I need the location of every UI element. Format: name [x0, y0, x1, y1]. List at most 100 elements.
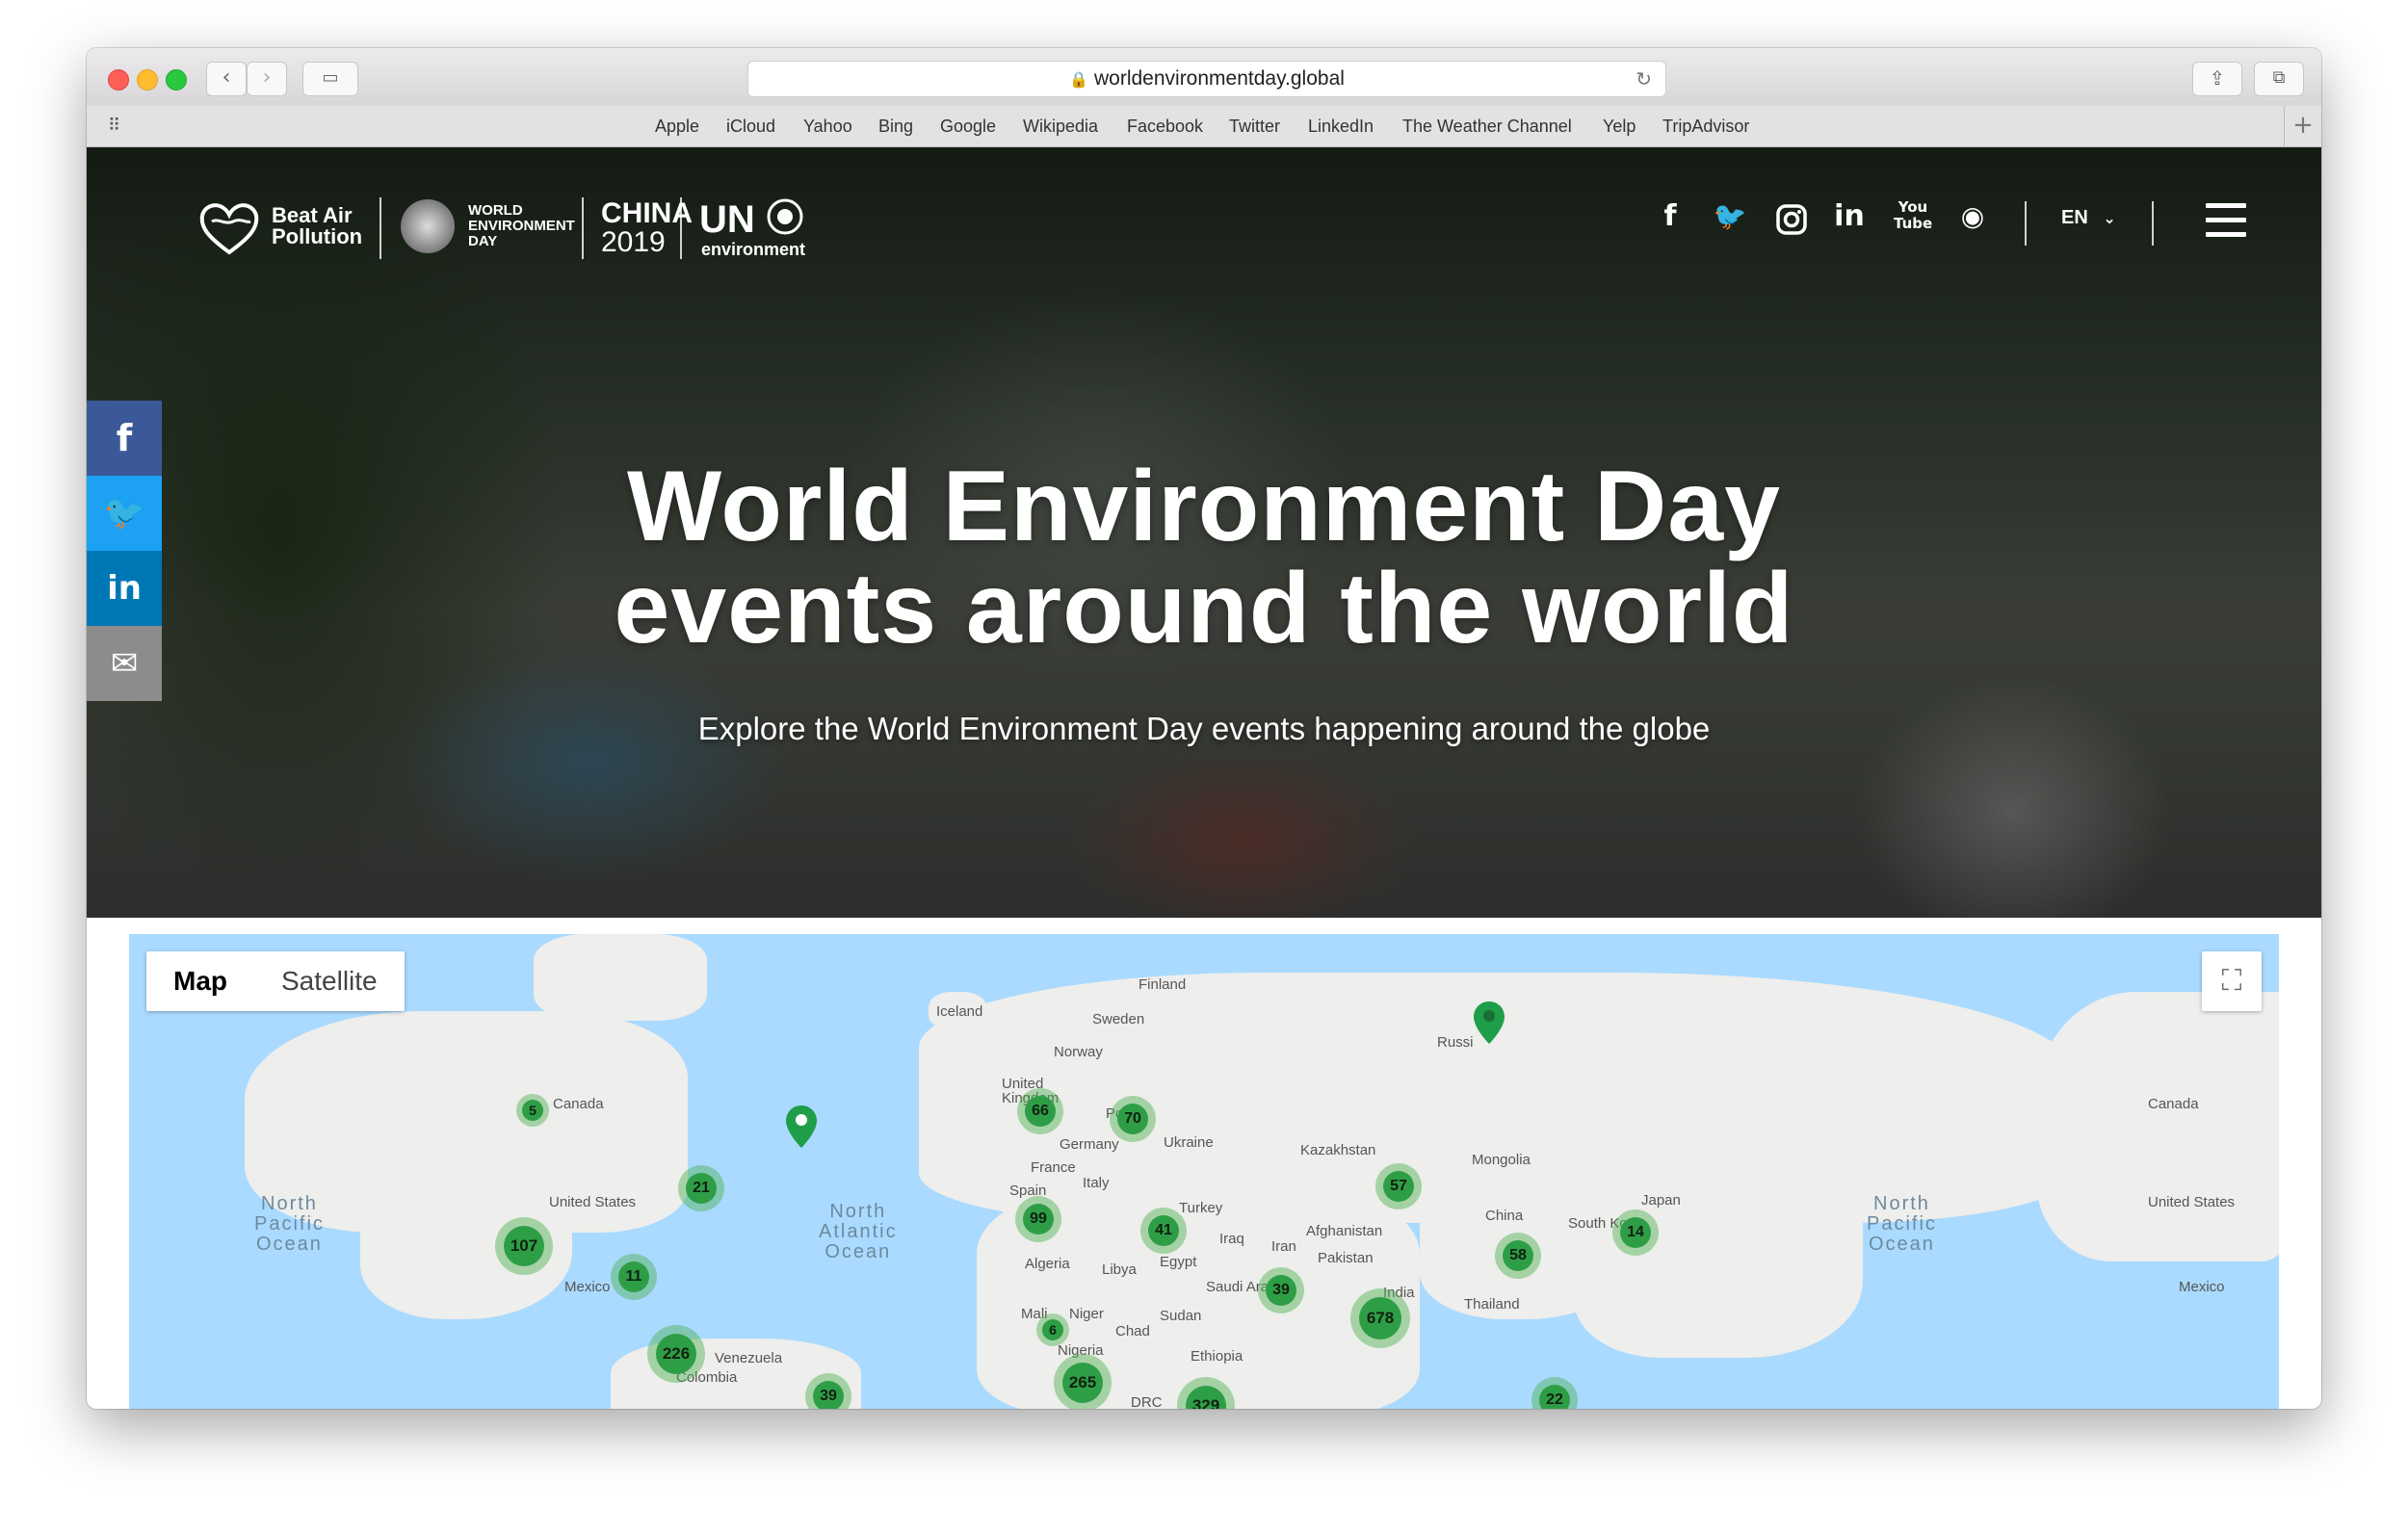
event-cluster-marker[interactable]: 99: [1015, 1196, 1061, 1242]
logo-text-line1: Beat Air: [272, 203, 353, 227]
ocean-label-line: Atlantic: [819, 1221, 898, 1242]
cluster-count: 329: [1186, 1386, 1226, 1409]
event-cluster-marker[interactable]: 39: [1258, 1267, 1304, 1313]
logo-divider: [582, 197, 584, 259]
back-button[interactable]: ‹: [206, 62, 247, 96]
logo-divider: [680, 197, 682, 259]
reload-icon[interactable]: ↻: [1636, 62, 1652, 96]
fullscreen-icon[interactable]: ⛶: [2202, 951, 2262, 1011]
bookmark-apple[interactable]: Apple: [655, 117, 699, 137]
bookmark-yahoo[interactable]: Yahoo: [803, 117, 852, 137]
logo-divider: [380, 197, 381, 259]
event-cluster-marker[interactable]: 22: [1531, 1377, 1578, 1409]
cluster-count: 99: [1023, 1204, 1054, 1235]
twitter-icon[interactable]: 🐦: [1711, 197, 1749, 236]
header-divider: [2152, 201, 2154, 246]
zoom-window-button[interactable]: [166, 69, 187, 91]
year-text: 2019: [601, 226, 666, 258]
event-cluster-marker[interactable]: 58: [1495, 1233, 1541, 1279]
share-icon[interactable]: ⇪: [2192, 62, 2242, 96]
map-view-button[interactable]: Map: [146, 951, 254, 1011]
close-window-button[interactable]: [108, 69, 129, 91]
bookmark-twitter[interactable]: Twitter: [1229, 117, 1280, 137]
bookmark-bing[interactable]: Bing: [878, 117, 913, 137]
map-label-canada-right: Canada: [2148, 1096, 2199, 1112]
events-map[interactable]: Canada United States Mexico Venezuela Co…: [129, 934, 2279, 1409]
event-cluster-marker[interactable]: 41: [1140, 1208, 1187, 1254]
map-label-united-states-right: United States: [2148, 1194, 2236, 1210]
bookmark-linkedin[interactable]: LinkedIn: [1308, 117, 1374, 137]
event-cluster-marker[interactable]: 57: [1375, 1163, 1422, 1209]
bookmark-icloud[interactable]: iCloud: [726, 117, 775, 137]
map-label-pakistan: Pakistan: [1318, 1250, 1374, 1266]
browser-window: ‹ › ▭ 🔒 worldenvironmentday.global ↻ ⇪ ⧉ …: [87, 48, 2321, 1409]
land-greenland: [534, 934, 707, 1021]
bookmark-tripadvisor[interactable]: TripAdvisor: [1662, 117, 1749, 137]
event-cluster-marker[interactable]: 11: [611, 1254, 657, 1300]
map-label-france: France: [1031, 1159, 1076, 1176]
share-facebook-button[interactable]: f: [87, 401, 162, 476]
facebook-icon[interactable]: f: [1651, 197, 1689, 236]
linkedin-icon: in: [107, 569, 142, 608]
sidebar-toggle-button[interactable]: ▭: [302, 62, 358, 96]
cluster-count: 41: [1148, 1215, 1179, 1246]
map-label-turkey: Turkey: [1179, 1200, 1223, 1216]
map-label-russia: Russi: [1437, 1034, 1474, 1051]
bookmark-yelp[interactable]: Yelp: [1603, 117, 1636, 137]
map-label-iceland: Iceland: [936, 1003, 983, 1020]
beat-air-pollution-logo[interactable]: Beat Air Pollution: [272, 205, 362, 247]
grid-icon[interactable]: ⠿: [108, 116, 120, 136]
bookmark-google[interactable]: Google: [940, 117, 996, 137]
cluster-count: 6: [1042, 1319, 1063, 1340]
event-cluster-marker[interactable]: 6: [1036, 1313, 1069, 1346]
share-email-button[interactable]: ✉: [87, 626, 162, 701]
tabs-overview-icon[interactable]: ⧉: [2254, 62, 2304, 96]
event-cluster-marker[interactable]: 226: [647, 1325, 705, 1383]
browser-titlebar: ‹ › ▭ 🔒 worldenvironmentday.global ↻ ⇪ ⧉: [87, 48, 2321, 106]
event-cluster-marker[interactable]: 66: [1017, 1088, 1063, 1134]
event-cluster-marker[interactable]: 107: [495, 1217, 553, 1275]
beat-air-pollution-heart-icon: [199, 203, 259, 255]
event-cluster-marker[interactable]: 265: [1054, 1354, 1112, 1409]
ocean-label-line: North: [829, 1201, 887, 1222]
share-linkedin-button[interactable]: in: [87, 551, 162, 626]
cluster-count: 11: [618, 1261, 649, 1292]
map-label-japan: Japan: [1641, 1192, 1681, 1209]
map-pin-icon[interactable]: [784, 1104, 819, 1150]
map-pin-icon[interactable]: [1472, 1000, 1506, 1046]
twitter-icon: 🐦: [103, 494, 145, 533]
instagram-icon[interactable]: [1772, 203, 1811, 236]
bookmark-wikipedia[interactable]: Wikipedia: [1023, 117, 1098, 137]
satellite-view-button[interactable]: Satellite: [254, 951, 405, 1011]
un-environment-logo[interactable]: UN: [699, 197, 804, 239]
cluster-count: 22: [1539, 1385, 1570, 1409]
land-uk: [943, 1069, 1001, 1127]
header-divider: [2025, 201, 2027, 246]
bookmark-weather-channel[interactable]: The Weather Channel: [1402, 117, 1572, 137]
logo-text-line2: Pollution: [272, 224, 363, 248]
address-bar[interactable]: 🔒 worldenvironmentday.global ↻: [747, 61, 1666, 97]
minimize-window-button[interactable]: [137, 69, 158, 91]
hamburger-menu-icon[interactable]: [2206, 203, 2246, 238]
map-label-niger: Niger: [1069, 1306, 1104, 1322]
linkedin-icon[interactable]: in: [1830, 197, 1869, 236]
forward-button[interactable]: ›: [247, 62, 287, 96]
map-label-iran: Iran: [1271, 1238, 1296, 1255]
map-label-ethiopia: Ethiopia: [1191, 1348, 1243, 1365]
add-bookmark-icon[interactable]: +: [2284, 106, 2321, 146]
share-twitter-button[interactable]: 🐦: [87, 476, 162, 551]
event-cluster-marker[interactable]: 70: [1110, 1096, 1156, 1142]
event-cluster-marker[interactable]: 21: [678, 1165, 724, 1211]
event-cluster-marker[interactable]: 5: [516, 1094, 549, 1127]
language-selector[interactable]: EN ⌄: [2061, 207, 2116, 229]
world-environment-day-logo[interactable]: WORLD ENVIRONMENT DAY: [468, 203, 575, 249]
bookmark-facebook[interactable]: Facebook: [1127, 117, 1203, 137]
bookmarks-bar: ⠿ Apple iCloud Yahoo Bing Google Wikiped…: [87, 106, 2321, 147]
youtube-icon[interactable]: You Tube: [1894, 199, 1932, 232]
cluster-count: 265: [1062, 1363, 1103, 1403]
url-text: worldenvironmentday.global: [1093, 67, 1345, 90]
weibo-icon[interactable]: ◉: [1953, 197, 1992, 236]
event-cluster-marker[interactable]: 14: [1612, 1209, 1659, 1256]
event-cluster-marker[interactable]: 678: [1350, 1288, 1410, 1348]
ocean-label-line: Pacific: [254, 1213, 325, 1235]
